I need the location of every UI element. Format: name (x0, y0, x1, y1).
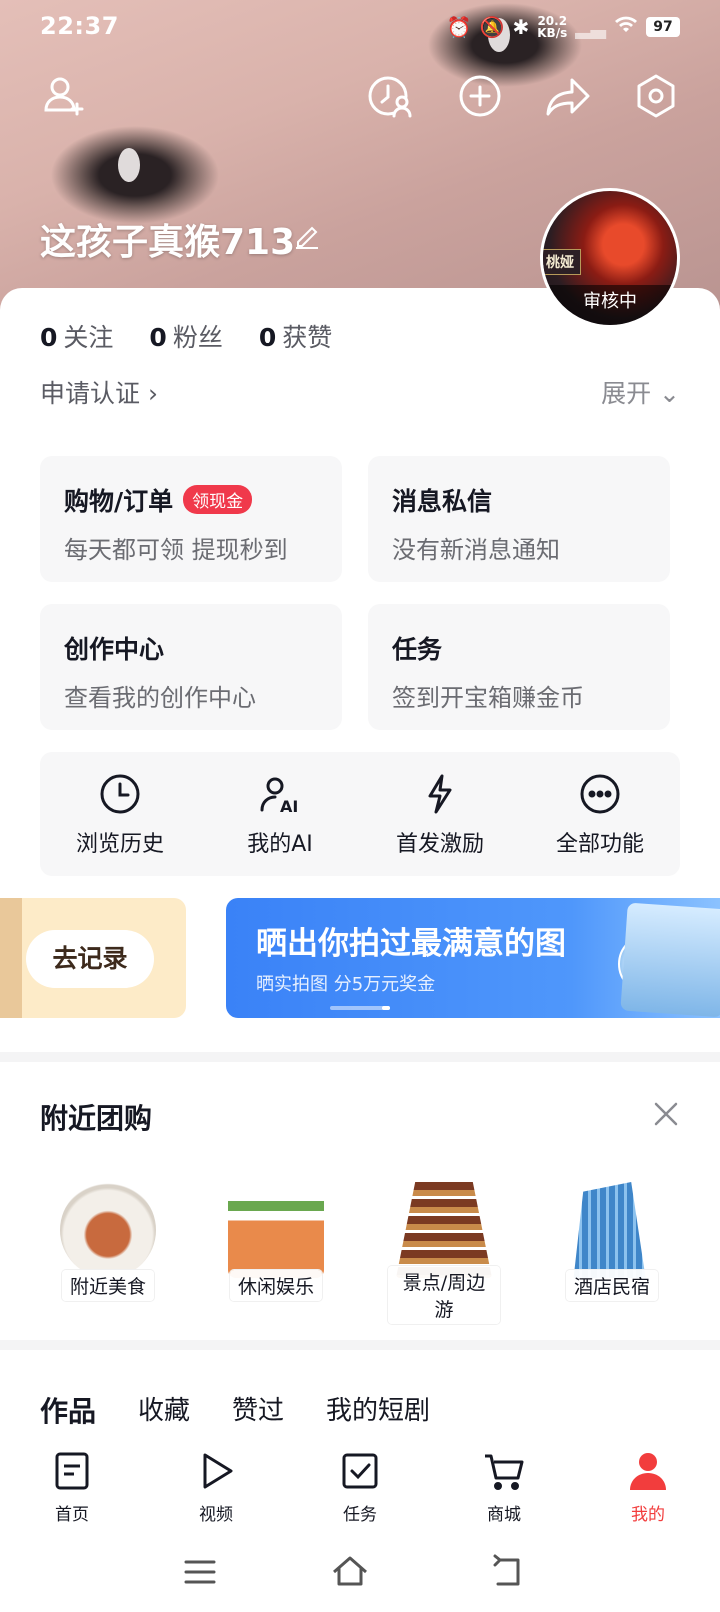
go-record-button[interactable]: 去记录 (26, 930, 154, 988)
content-tabs: 作品 收藏 赞过 我的短剧 (40, 1390, 430, 1430)
system-nav-bar (0, 1530, 720, 1612)
tile-title: 购物/订单 (64, 487, 174, 516)
pagoda-image (396, 1182, 492, 1278)
record-banner[interactable]: 去记录 (0, 898, 186, 1018)
apply-verification-link[interactable]: 申请认证 › (40, 374, 158, 410)
banner-photo (620, 902, 720, 1018)
add-friend-icon[interactable] (40, 72, 88, 120)
quick-my-ai[interactable]: AI 我的AI (200, 752, 360, 876)
username: 这孩子真猴713 (40, 222, 296, 263)
settings-icon[interactable] (632, 72, 680, 120)
clock-icon (100, 774, 140, 814)
nearby-hotel[interactable]: 酒店民宿 (556, 1182, 668, 1301)
tab-favorites[interactable]: 收藏 (138, 1390, 190, 1430)
wifi-icon (614, 14, 638, 39)
person-icon (630, 1453, 666, 1490)
net-speed: 20.2 KB/s (537, 13, 568, 40)
play-icon (203, 1453, 233, 1489)
nearby-leisure[interactable]: 休闲娱乐 (220, 1182, 332, 1301)
back-icon[interactable] (488, 1552, 528, 1592)
status-bar: 22:37 ⏰ 🔕 ✱ 20.2 KB/s ▂▃ 97 (0, 0, 720, 56)
nav-tasks[interactable]: 任务 (288, 1438, 432, 1525)
banner-title: 晒出你拍过最满意的图 (256, 926, 566, 962)
close-icon[interactable] (652, 1100, 680, 1128)
tile-creator-center[interactable]: 创作中心 查看我的创作中心 (40, 604, 342, 730)
tab-works[interactable]: 作品 (40, 1390, 96, 1430)
cart-icon (485, 1454, 524, 1490)
nav-me[interactable]: 我的 (576, 1438, 720, 1525)
quick-all-functions[interactable]: 全部功能 (520, 752, 680, 876)
profile-stats: 0 关注 0 粉丝 0 获赞 (40, 318, 332, 354)
nav-home[interactable]: 首页 (0, 1438, 144, 1525)
ai-person-icon: AI (260, 777, 298, 816)
expand-toggle[interactable]: 展开 ⌄ (601, 374, 680, 410)
hotel-image (573, 1182, 646, 1278)
mute-icon: 🔕 (479, 14, 505, 39)
drink-image (228, 1182, 324, 1278)
add-icon[interactable] (456, 72, 504, 120)
checkbox-icon (342, 1453, 378, 1489)
banner-subtitle: 晒实拍图 分5万元奖金 (256, 974, 436, 995)
edit-icon[interactable] (292, 220, 322, 250)
food-image (60, 1182, 156, 1278)
divider (0, 1340, 720, 1350)
avatar-game-tag: 桃娅 (543, 249, 581, 275)
tile-title: 消息私信 (392, 487, 493, 516)
quick-premiere-incentive[interactable]: 首发激励 (360, 752, 520, 876)
tile-subtitle: 每天都可领 提现秒到 (64, 536, 288, 564)
bottom-nav: 首页 视频 任务 商城 我的 (0, 1438, 720, 1525)
quick-actions: 浏览历史 AI 我的AI 首发激励 全部功能 (40, 752, 680, 876)
following-stat[interactable]: 0 关注 (40, 318, 113, 354)
svg-text:AI: AI (280, 797, 298, 816)
profile-page: 22:37 ⏰ 🔕 ✱ 20.2 KB/s ▂▃ 97 这孩子真猴713 桃娅 … (0, 0, 720, 1612)
signal-icon: ▂▃ (575, 14, 606, 39)
status-time: 22:37 (40, 12, 119, 40)
tab-liked[interactable]: 赞过 (232, 1390, 284, 1430)
quick-browse-history[interactable]: 浏览历史 (40, 752, 200, 876)
battery-indicator: 97 (646, 16, 680, 37)
more-dots-icon (580, 774, 620, 814)
tile-title: 创作中心 (64, 635, 165, 664)
nearby-scenic[interactable]: 景点/周边游 (388, 1182, 500, 1324)
tab-my-short-dramas[interactable]: 我的短剧 (326, 1390, 430, 1430)
likes-stat[interactable]: 0 获赞 (259, 318, 332, 354)
tile-tasks[interactable]: 任务 签到开宝箱赚金币 (368, 604, 670, 730)
nearby-title: 附近团购 (40, 1102, 153, 1135)
home-doc-icon (55, 1452, 89, 1490)
tile-shopping-orders[interactable]: 购物/订单 领现金 每天都可领 提现秒到 (40, 456, 342, 582)
home-icon[interactable] (330, 1552, 370, 1592)
banner-pagination (330, 1006, 390, 1010)
lightning-icon (428, 774, 452, 814)
avatar-review-status: 审核中 (543, 285, 677, 325)
photo-contest-banner[interactable]: 晒出你拍过最满意的图 晒实拍图 分5万元奖金 (226, 898, 720, 1018)
tile-subtitle: 查看我的创作中心 (64, 684, 256, 712)
followers-stat[interactable]: 0 粉丝 (149, 318, 222, 354)
nearby-food[interactable]: 附近美食 (52, 1182, 164, 1301)
cash-badge: 领现金 (183, 485, 253, 514)
tile-subtitle: 没有新消息通知 (392, 536, 560, 564)
nav-video[interactable]: 视频 (144, 1438, 288, 1525)
menu-icon[interactable] (180, 1552, 220, 1592)
tile-subtitle: 签到开宝箱赚金币 (392, 684, 584, 712)
tile-title: 任务 (392, 635, 443, 664)
visitor-history-icon[interactable] (366, 72, 414, 120)
alarm-icon: ⏰ (446, 14, 472, 39)
bluetooth-icon: ✱ (512, 14, 530, 39)
avatar[interactable]: 桃娅 审核中 (540, 188, 680, 328)
divider (0, 1052, 720, 1062)
tile-messages[interactable]: 消息私信 没有新消息通知 (368, 456, 670, 582)
share-icon[interactable] (544, 72, 592, 120)
nav-mall[interactable]: 商城 (432, 1438, 576, 1525)
